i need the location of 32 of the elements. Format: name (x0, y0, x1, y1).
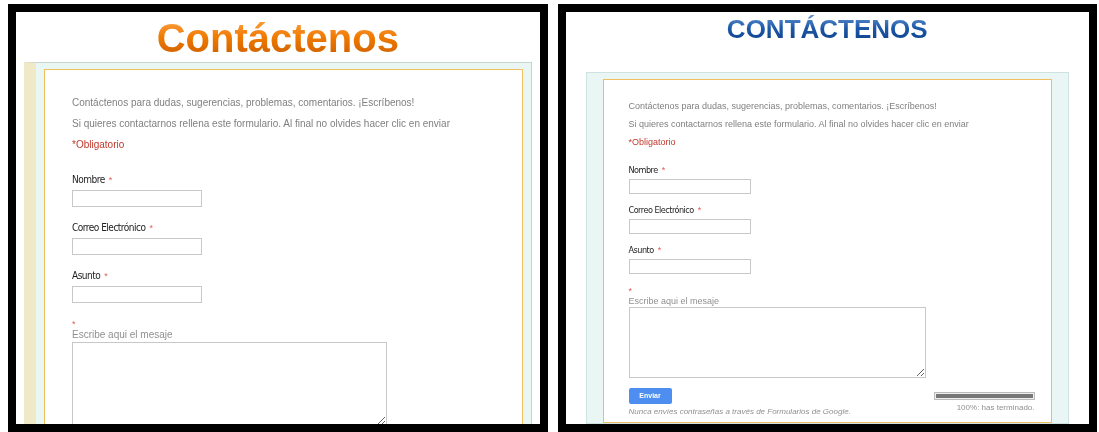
required-mark: * (657, 244, 662, 256)
required-mark: * (104, 270, 108, 283)
text-input-field[interactable] (628, 259, 751, 274)
required-mark: * (697, 204, 702, 216)
text-input-field[interactable] (72, 190, 202, 207)
field-label: Correo Electrónico (72, 221, 146, 234)
message-textarea[interactable] (628, 307, 926, 379)
required-note: *Obligatorio (628, 136, 677, 148)
required-mark: * (628, 286, 632, 296)
required-mark: * (108, 174, 113, 187)
required-mark: * (72, 319, 76, 329)
text-input-field[interactable] (628, 179, 751, 194)
field-label: Correo Electrónico (628, 204, 694, 216)
text-input-field[interactable] (72, 238, 202, 255)
field-label: Nombre (72, 173, 105, 186)
required-note: *Obligatorio (72, 138, 126, 151)
field-help: Escribe aqui el mesaje (72, 329, 174, 342)
footer-note: Nunca envíes contraseñas a través de Formularios de Google. (628, 406, 851, 419)
form-description: Contáctenos para dudas, sugerencias, problemas, comentarios. ¡Escríbenos! (72, 96, 416, 109)
progress-text: 100%: has terminado. (956, 402, 1035, 415)
required-mark: * (661, 164, 666, 176)
field-label: Asunto (628, 244, 654, 256)
field-label: Asunto (72, 269, 101, 282)
form-description: Si quieres contactarnos rellena este formulario. Al final no olvides hacer clic en enviar (628, 118, 970, 130)
field-label: Nombre (628, 164, 658, 176)
field-help: Escribe aqui el mesaje (628, 296, 721, 308)
form-description: Si quieres contactarnos rellena este formulario. Al final no olvides hacer clic en enviar (72, 117, 451, 130)
required-mark: * (149, 222, 154, 235)
text-input-field[interactable] (72, 286, 202, 303)
form-description: Contáctenos para dudas, sugerencias, problemas, comentarios. ¡Escríbenos! (628, 100, 938, 112)
message-textarea[interactable] (72, 341, 387, 424)
text-input-field[interactable] (628, 219, 751, 234)
